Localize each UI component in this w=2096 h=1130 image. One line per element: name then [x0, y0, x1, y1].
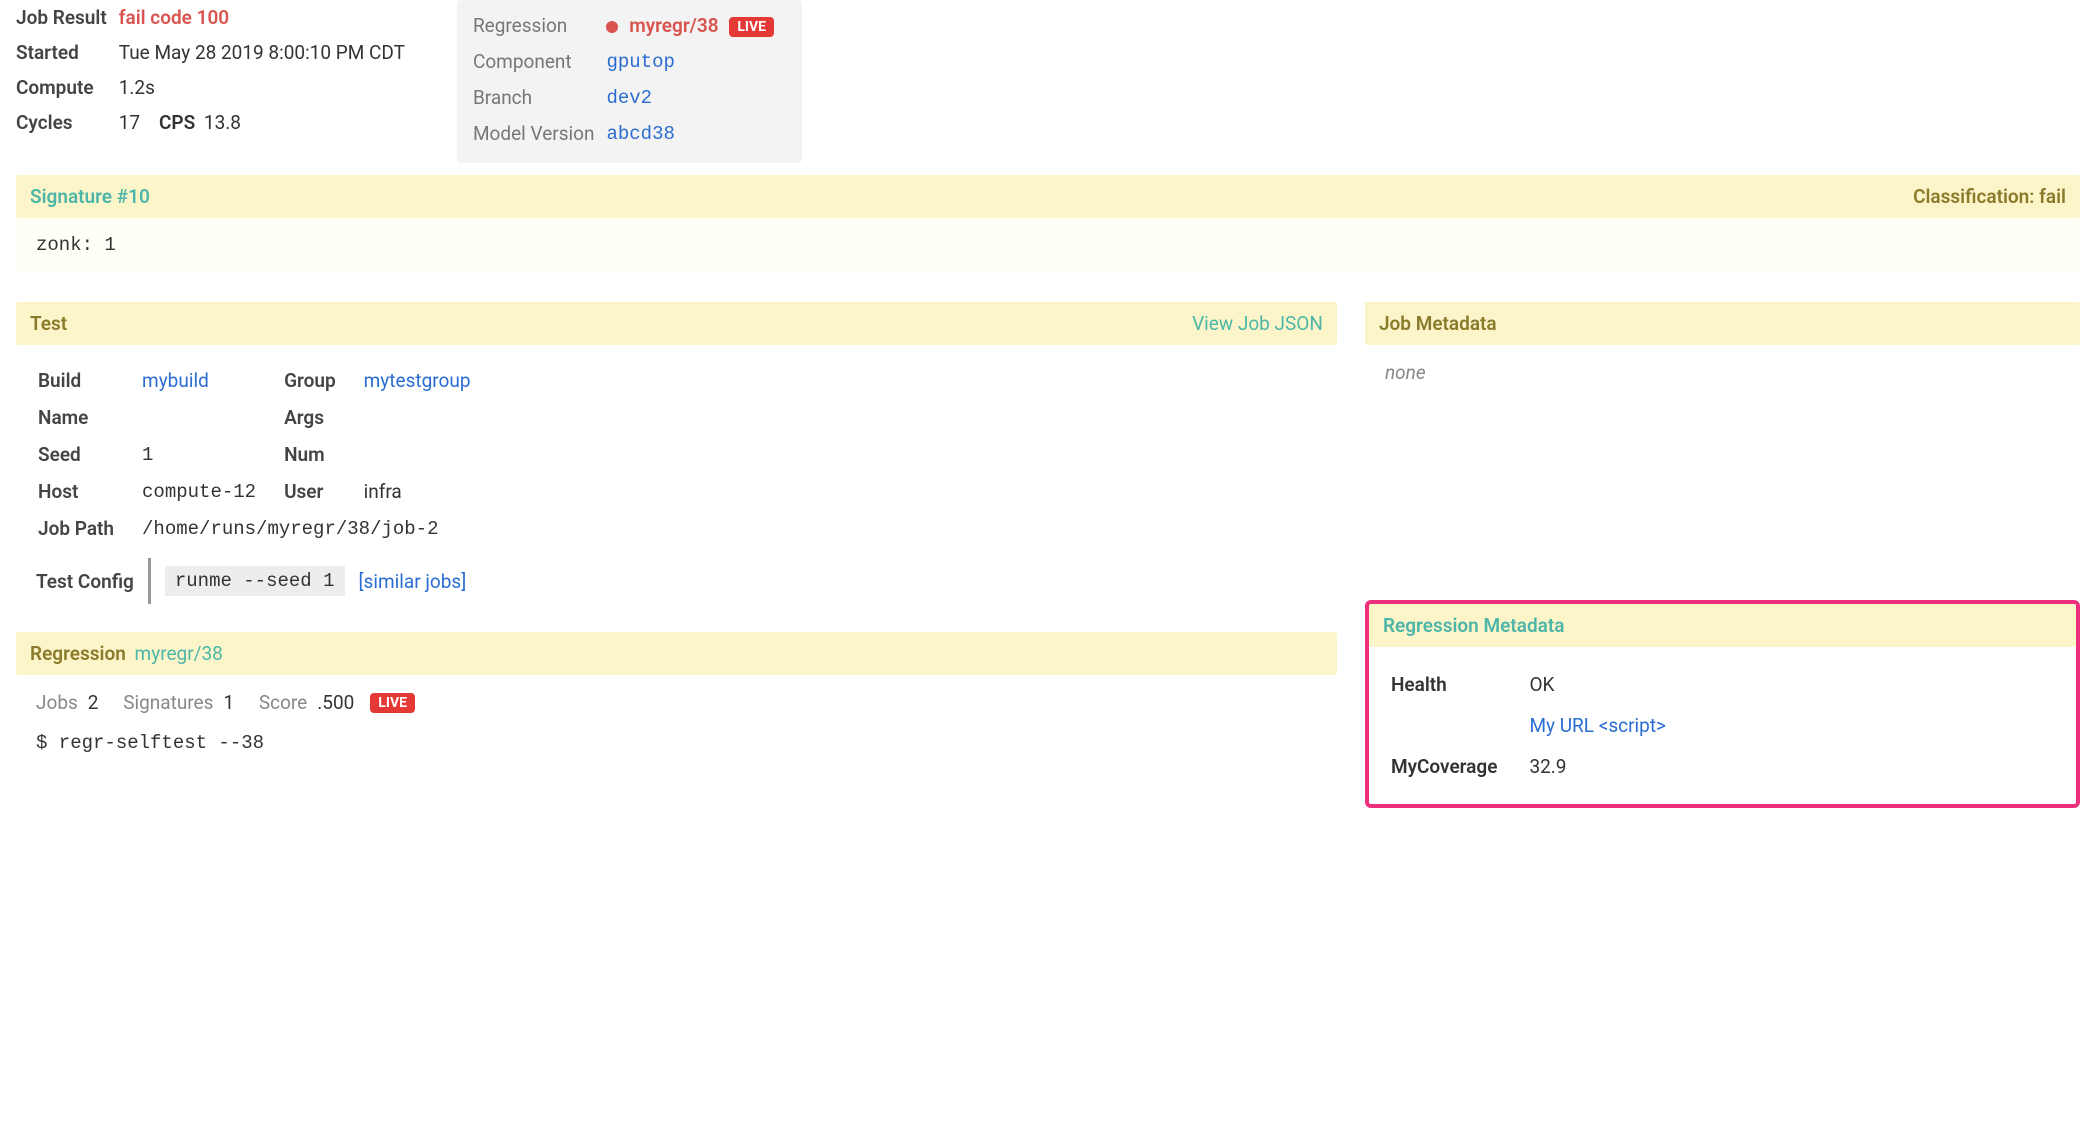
status-dot-icon	[606, 21, 618, 33]
cycles-value: 17	[119, 111, 140, 134]
model-version-link[interactable]: abcd38	[606, 123, 674, 145]
regression-cmd: $ regr-selftest --38	[36, 732, 1317, 754]
regression-label: Regression	[473, 8, 607, 43]
cps-label: CPS	[159, 111, 195, 134]
build-link[interactable]: mybuild	[142, 369, 209, 392]
coverage-label: MyCoverage	[1391, 747, 1527, 786]
test-config-cmd: runme --seed 1	[165, 566, 345, 596]
regression-meta-row: Jobs 2 Signatures 1 Score .500 LIVE	[36, 691, 1317, 714]
host-label: Host	[38, 474, 140, 509]
health-value: OK	[1529, 665, 1696, 704]
regression-metadata-highlight: Regression Metadata Health OK My URL <sc…	[1365, 600, 2080, 808]
jobs-label: Jobs	[36, 691, 78, 714]
signature-title-link[interactable]: Signature #10	[30, 185, 150, 208]
num-label: Num	[284, 437, 362, 472]
build-label: Build	[38, 363, 140, 398]
jobpath-value: /home/runs/myregr/38/job-2	[142, 511, 496, 546]
test-config-label: Test Config	[36, 570, 134, 593]
view-job-json-link[interactable]: View Job JSON	[1192, 312, 1323, 335]
divider-bar	[148, 558, 151, 604]
job-summary-table: Job Result fail code 100 Started Tue May…	[16, 0, 417, 140]
branch-label: Branch	[473, 79, 607, 115]
test-config-row: Test Config runme --seed 1 [similar jobs…	[36, 558, 1317, 604]
test-details-table: Build mybuild Group mytestgroup Name Arg…	[36, 361, 499, 548]
regression-metadata-table: Health OK My URL <script> MyCoverage 32.…	[1389, 663, 1698, 788]
started-value: Tue May 28 2019 8:00:10 PM CDT	[119, 35, 417, 70]
regression-header-link[interactable]: myregr/38	[135, 642, 223, 665]
coverage-value: 32.9	[1529, 747, 1696, 786]
cycles-cps-cell: 17 CPS 13.8	[119, 105, 417, 140]
similar-jobs-link[interactable]: [similar jobs]	[359, 570, 467, 593]
job-metadata-header: Job Metadata	[1379, 312, 1497, 335]
score-value: .500	[317, 691, 354, 714]
score-label: Score	[259, 691, 307, 714]
regression-metadata-header[interactable]: Regression Metadata	[1383, 614, 1564, 637]
signatures-value: 1	[223, 691, 234, 714]
component-label: Component	[473, 43, 607, 79]
seed-value: 1	[142, 437, 282, 472]
test-panel: Test View Job JSON Build mybuild Group m…	[16, 302, 1337, 620]
regression-panel: Regression myregr/38 Jobs 2 Signatures 1…	[16, 632, 1337, 770]
cps-value: 13.8	[204, 111, 241, 134]
seed-label: Seed	[38, 437, 140, 472]
jobs-value: 2	[88, 691, 99, 714]
group-label: Group	[284, 363, 362, 398]
classification-label: Classification: fail	[1913, 185, 2066, 208]
user-label: User	[284, 474, 362, 509]
test-header: Test	[30, 312, 67, 335]
user-value: infra	[364, 474, 497, 509]
regression-info-box: Regression myregr/38 LIVE Component gput…	[457, 0, 802, 163]
model-version-label: Model Version	[473, 115, 607, 151]
cycles-label: Cycles	[16, 105, 119, 140]
jobpath-label: Job Path	[38, 511, 140, 546]
regression-live-badge: LIVE	[370, 693, 415, 713]
group-link[interactable]: mytestgroup	[364, 369, 471, 392]
job-metadata-none: none	[1385, 361, 1426, 384]
top-summary: Job Result fail code 100 Started Tue May…	[16, 0, 2080, 163]
host-value: compute-12	[142, 474, 282, 509]
job-result-label: Job Result	[16, 0, 119, 35]
signatures-label: Signatures	[123, 691, 213, 714]
signature-panel: Signature #10 Classification: fail zonk:…	[16, 175, 2080, 272]
job-metadata-panel: Job Metadata none	[1365, 302, 2080, 400]
started-label: Started	[16, 35, 119, 70]
name-label: Name	[38, 400, 140, 435]
regression-link[interactable]: myregr/38	[629, 14, 718, 37]
my-url-link[interactable]: My URL <script>	[1529, 714, 1666, 737]
live-badge: LIVE	[729, 17, 774, 37]
compute-label: Compute	[16, 70, 119, 105]
compute-value: 1.2s	[119, 70, 417, 105]
component-link[interactable]: gputop	[606, 51, 674, 73]
branch-link[interactable]: dev2	[606, 87, 652, 109]
signature-body: zonk: 1	[16, 218, 2080, 272]
regression-header-label: Regression	[30, 642, 126, 665]
health-label: Health	[1391, 665, 1527, 704]
job-result-value: fail code 100	[119, 0, 417, 35]
args-label: Args	[284, 400, 362, 435]
